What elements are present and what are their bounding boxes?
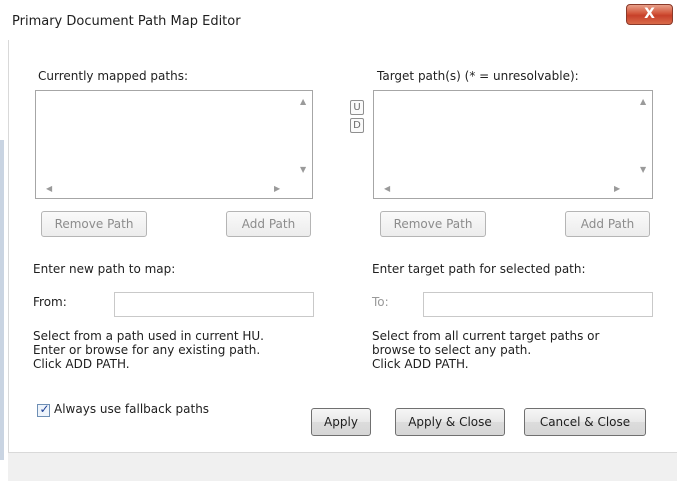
mapped-paths-list[interactable]: ▲ ▼ ◀ ▶: [35, 90, 313, 199]
target-paths-hscroll[interactable]: ◀ ▶: [374, 181, 635, 198]
right-remove-path-button[interactable]: Remove Path: [380, 211, 486, 237]
scroll-down-arrow-icon[interactable]: ▼: [640, 165, 646, 174]
to-label: To:: [372, 295, 389, 309]
mapped-paths-label: Currently mapped paths:: [38, 69, 188, 83]
from-label: From:: [33, 295, 67, 309]
frame-border: [8, 40, 9, 452]
left-help-text: Select from a path used in current HU. E…: [33, 329, 264, 371]
close-icon: X: [644, 6, 655, 22]
scroll-right-arrow-icon[interactable]: ▶: [614, 184, 620, 193]
scroll-left-arrow-icon[interactable]: ◀: [384, 184, 390, 193]
apply-close-button[interactable]: Apply & Close: [395, 408, 505, 436]
left-help-line: Enter or browse for any existing path.: [33, 343, 261, 357]
target-paths-list[interactable]: ▲ ▼ ◀ ▶: [373, 90, 653, 199]
window-edge: [0, 140, 4, 460]
scroll-down-arrow-icon[interactable]: ▼: [300, 165, 306, 174]
to-path-input[interactable]: [423, 292, 653, 317]
window-title: Primary Document Path Map Editor: [12, 14, 241, 29]
from-path-input[interactable]: [114, 292, 314, 317]
right-add-path-button[interactable]: Add Path: [565, 211, 650, 237]
title-bar: Primary Document Path Map Editor X: [0, 0, 677, 40]
scroll-up-arrow-icon[interactable]: ▲: [300, 97, 306, 106]
target-paths-label: Target path(s) (* = unresolvable):: [377, 69, 579, 83]
right-help-text: Select from all current target paths or …: [372, 329, 599, 371]
move-up-button[interactable]: U: [350, 100, 364, 115]
left-remove-path-button[interactable]: Remove Path: [41, 211, 147, 237]
move-down-button[interactable]: D: [350, 118, 364, 133]
target-path-label: Enter target path for selected path:: [372, 262, 586, 276]
scroll-right-arrow-icon[interactable]: ▶: [274, 184, 280, 193]
right-help-line: browse to select any path.: [372, 343, 532, 357]
fallback-paths-label[interactable]: Always use fallback paths: [54, 402, 209, 416]
new-path-label: Enter new path to map:: [33, 262, 176, 276]
apply-button[interactable]: Apply: [311, 408, 371, 436]
path-map-editor-window: Primary Document Path Map Editor X Curre…: [0, 0, 677, 481]
mapped-paths-vscroll[interactable]: ▲ ▼: [295, 91, 312, 181]
checkmark-icon: ✓: [39, 402, 50, 416]
left-add-path-button[interactable]: Add Path: [226, 211, 311, 237]
left-help-line: Select from a path used in current HU.: [33, 329, 264, 343]
scroll-up-arrow-icon[interactable]: ▲: [640, 97, 646, 106]
scroll-left-arrow-icon[interactable]: ◀: [46, 184, 52, 193]
fallback-paths-checkbox[interactable]: ✓: [37, 402, 50, 417]
target-paths-vscroll[interactable]: ▲ ▼: [635, 91, 652, 181]
status-bar: [8, 452, 677, 481]
cancel-close-button[interactable]: Cancel & Close: [524, 408, 646, 436]
left-help-line: Click ADD PATH.: [33, 357, 130, 371]
mapped-paths-hscroll[interactable]: ◀ ▶: [36, 181, 295, 198]
right-help-line: Select from all current target paths or: [372, 329, 600, 343]
close-button[interactable]: X: [626, 4, 673, 25]
right-help-line: Click ADD PATH.: [372, 357, 469, 371]
